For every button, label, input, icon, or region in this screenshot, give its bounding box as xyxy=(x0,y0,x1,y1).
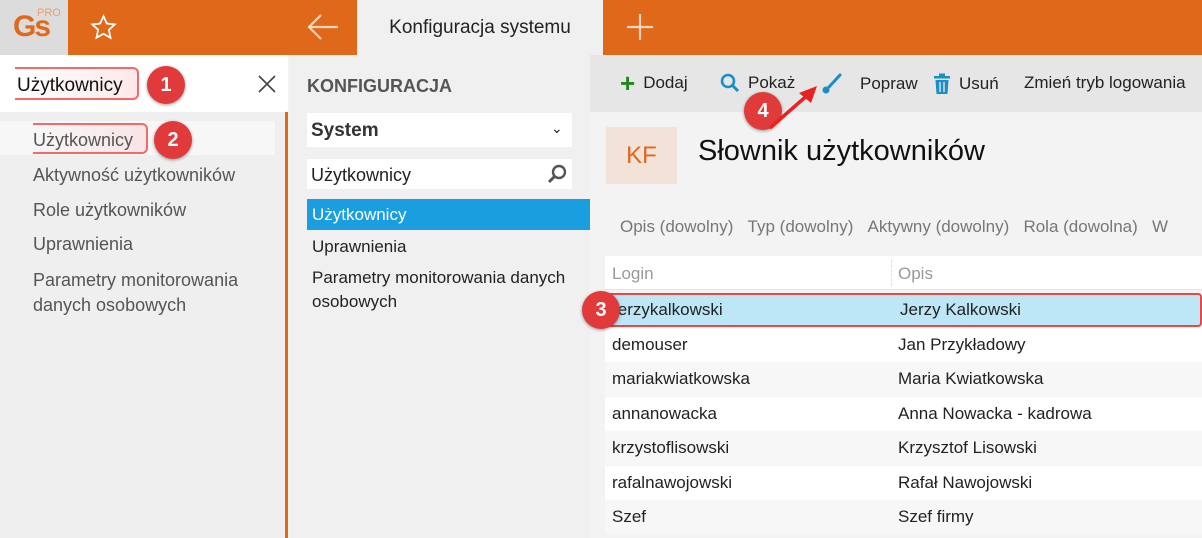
cell-opis: Jerzy Kalkowski xyxy=(900,300,1021,319)
annotation-3: 3 xyxy=(582,291,620,329)
table-row[interactable]: annanowacka Anna Nowacka - kadrowa xyxy=(605,396,1202,431)
sidebar-item-uprawnienia[interactable]: Uprawnienia xyxy=(33,234,133,255)
back-arrow-icon[interactable] xyxy=(306,12,340,42)
sidebar-item-aktywnosc[interactable]: Aktywność użytkowników xyxy=(33,165,235,186)
kf-badge: KF xyxy=(606,127,677,184)
config-item-parametry[interactable]: Parametry monitorowania danych osobowych xyxy=(312,266,587,314)
cell-login: jerzykalkowski xyxy=(614,300,723,319)
config-title: KONFIGURACJA xyxy=(307,76,453,96)
magnifier-icon xyxy=(720,73,740,93)
table-row[interactable]: rafalnawojowski Rafał Nawojowski xyxy=(605,465,1202,500)
column-login[interactable]: Login xyxy=(612,264,654,284)
filter-aktywny[interactable]: Aktywny (dowolny) xyxy=(868,217,1010,236)
star-icon[interactable] xyxy=(90,14,117,41)
cell-login: krzystoflisowski xyxy=(612,438,730,457)
config-search-value: Użytkownicy xyxy=(311,165,412,185)
system-select[interactable]: System ⌄ xyxy=(307,113,572,147)
table-row[interactable]: demouser Jan Przykładowy xyxy=(605,327,1202,362)
table-row[interactable]: mariakwiatkowska Maria Kwiatkowska xyxy=(605,362,1202,396)
search-value: Użytkownicy xyxy=(17,75,123,96)
login-mode-button[interactable]: Zmień tryb logowania xyxy=(1024,73,1186,93)
filter-more[interactable]: W xyxy=(1152,217,1168,236)
trash-icon xyxy=(934,73,950,94)
chevron-down-icon: ⌄ xyxy=(551,120,563,136)
filter-rola[interactable]: Rola (dowolna) xyxy=(1023,217,1137,236)
page-title: Słownik użytkowników xyxy=(698,135,985,167)
config-item-label: Użytkownicy xyxy=(312,205,407,224)
search-input[interactable]: Użytkownicy 1 xyxy=(0,55,288,112)
app-logo[interactable]: Gs PRO xyxy=(0,0,68,55)
delete-button[interactable]: Usuń xyxy=(933,73,999,95)
annotation-2: 2 xyxy=(154,121,192,159)
annotation-arrow-icon xyxy=(768,86,817,130)
table-header: Login Opis xyxy=(605,256,1202,290)
login-mode-label: Zmień tryb logowania xyxy=(1024,73,1186,92)
sidebar-item-role[interactable]: Role użytkowników xyxy=(33,200,186,221)
config-search-input[interactable]: Użytkownicy xyxy=(307,159,572,189)
edit-button[interactable]: Popraw xyxy=(820,73,918,95)
filter-opis[interactable]: Opis (dowolny) xyxy=(620,217,733,236)
sidebar-item-label[interactable]: Użytkownicy xyxy=(33,130,133,151)
add-button[interactable]: + Dodaj xyxy=(620,68,688,98)
select-value: System xyxy=(311,120,379,141)
cell-login: demouser xyxy=(612,334,688,354)
column-opis[interactable]: Opis xyxy=(898,264,933,284)
left-panel: Użytkownicy 1 Użytkownicy 2 Aktywność uż… xyxy=(0,55,288,538)
table-row[interactable]: krzystoflisowski Krzysztof Lisowski xyxy=(605,431,1202,465)
search-icon[interactable] xyxy=(547,164,567,184)
plus-icon: + xyxy=(620,68,636,98)
config-panel: KONFIGURACJA System ⌄ Użytkownicy Użytko… xyxy=(290,55,590,538)
table-row[interactable]: Szef Szef firmy xyxy=(605,500,1202,534)
cell-login: rafalnawojowski xyxy=(612,472,732,492)
filter-typ[interactable]: Typ (dowolny) xyxy=(748,217,854,236)
filter-bar: Opis (dowolny) Typ (dowolny) Aktywny (do… xyxy=(620,217,1168,237)
cell-login: mariakwiatkowska xyxy=(612,369,750,388)
cell-login: Szef xyxy=(612,507,647,526)
table-row[interactable]: jerzykalkowski Jerzy Kalkowski xyxy=(605,293,1202,327)
cell-opis: Anna Nowacka - kadrowa xyxy=(898,403,1092,423)
config-item-uprawnienia[interactable]: Uprawnienia xyxy=(312,237,407,257)
cell-opis: Maria Kwiatkowska xyxy=(898,369,1044,388)
delete-label: Usuń xyxy=(959,74,999,93)
close-icon[interactable] xyxy=(258,75,276,93)
logo-sup: PRO xyxy=(37,7,61,19)
new-tab-plus-icon[interactable] xyxy=(627,14,653,40)
edit-label: Popraw xyxy=(860,74,918,93)
cell-opis: Krzysztof Lisowski xyxy=(898,438,1037,457)
cell-opis: Jan Przykładowy xyxy=(898,334,1026,354)
annotation-1: 1 xyxy=(147,66,185,104)
config-item-uzytkownicy[interactable]: Użytkownicy xyxy=(307,199,590,230)
sidebar-item-parametry[interactable]: Parametry monitorowania danych osobowych xyxy=(33,268,273,318)
toolbar: + Dodaj Pokaż Popraw Usuń Zmień tryb logo… xyxy=(590,55,1202,112)
cell-login: annanowacka xyxy=(612,403,717,423)
tab-konfiguracja[interactable]: Konfiguracja systemu xyxy=(357,0,603,55)
cell-opis: Rafał Nawojowski xyxy=(898,472,1033,492)
cell-opis: Szef firmy xyxy=(898,507,974,526)
add-label: Dodaj xyxy=(643,73,688,92)
